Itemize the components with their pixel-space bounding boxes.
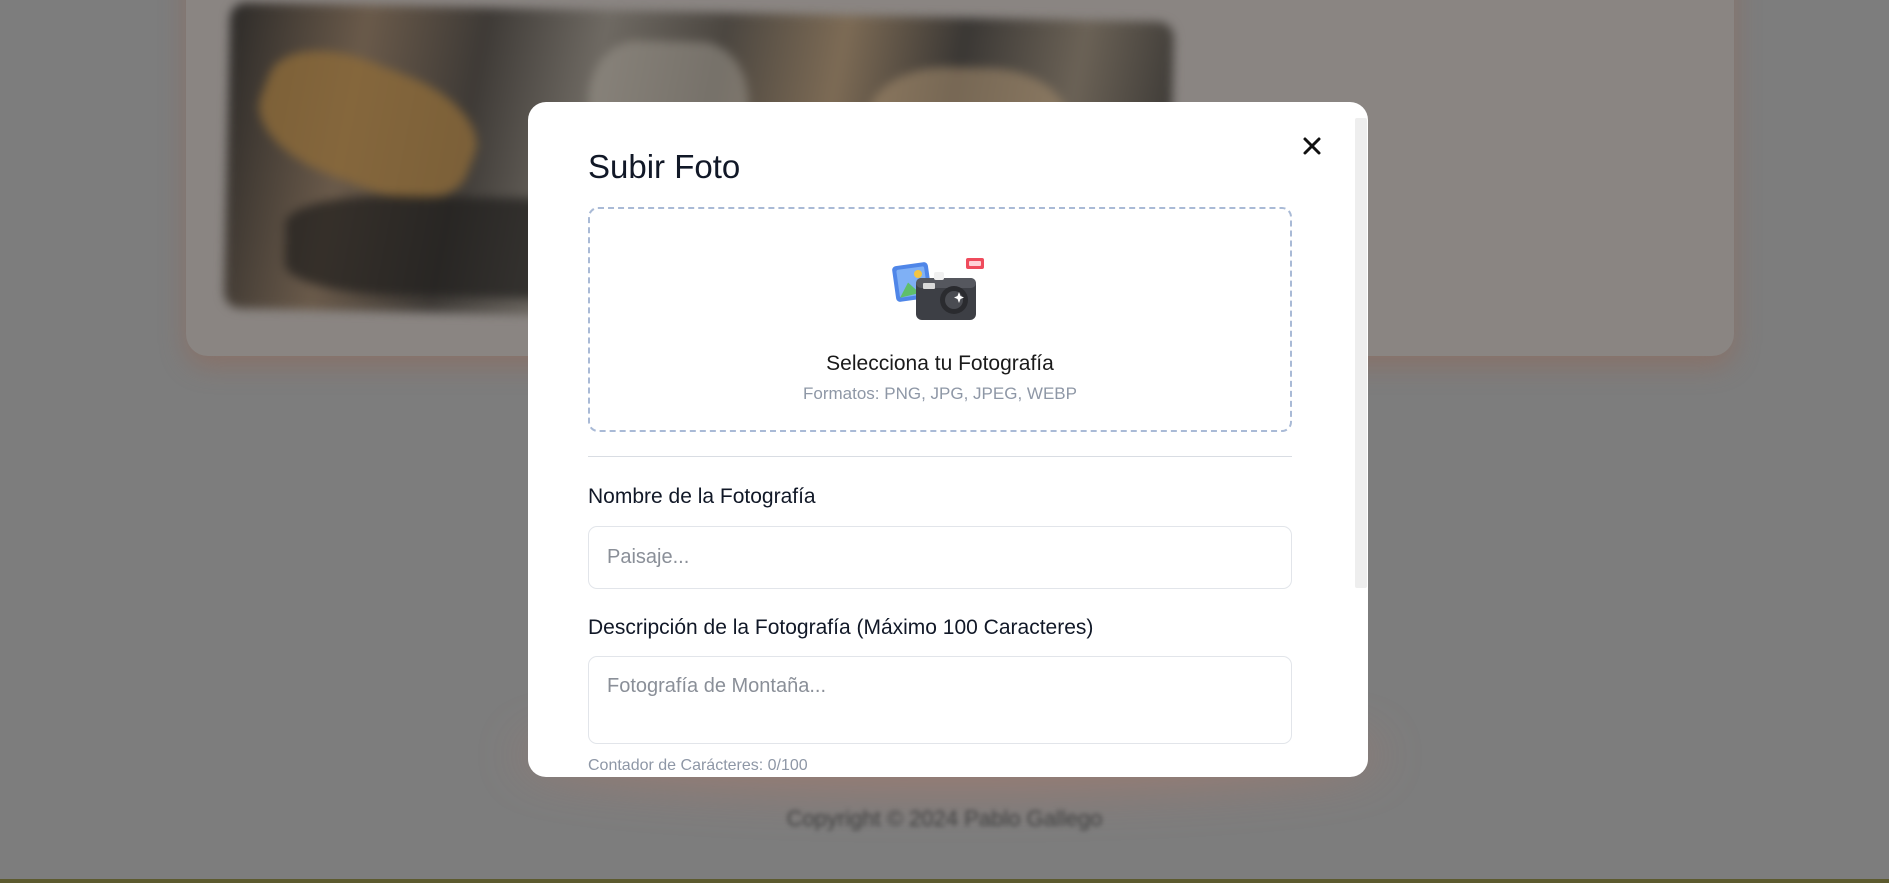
dropzone-formats: Formatos: PNG, JPG, JPEG, WEBP bbox=[803, 384, 1077, 403]
divider bbox=[588, 456, 1292, 457]
photo-name-label: Nombre de la Fotografía bbox=[588, 485, 816, 508]
photo-description-textarea[interactable] bbox=[588, 656, 1292, 744]
modal-scrollbar[interactable] bbox=[1355, 118, 1367, 588]
dropzone-title: Selecciona tu Fotografía bbox=[826, 352, 1054, 375]
photo-name-input[interactable] bbox=[588, 526, 1292, 589]
photo-description-label: Descripción de la Fotografía (Máximo 100… bbox=[588, 616, 1094, 639]
close-icon bbox=[1303, 137, 1321, 155]
close-button[interactable] bbox=[1296, 130, 1328, 162]
camera-photo-icon bbox=[892, 258, 984, 320]
modal-title: Subir Foto bbox=[588, 148, 741, 185]
background-footer-edge bbox=[0, 879, 1889, 883]
character-counter: Contador de Carácteres: 0/100 bbox=[588, 757, 808, 774]
photo-dropzone[interactable]: Selecciona tu Fotografía Formatos: PNG, … bbox=[588, 207, 1292, 432]
footer-copyright: Copyright © 2024 Pablo Gallego bbox=[786, 806, 1103, 831]
